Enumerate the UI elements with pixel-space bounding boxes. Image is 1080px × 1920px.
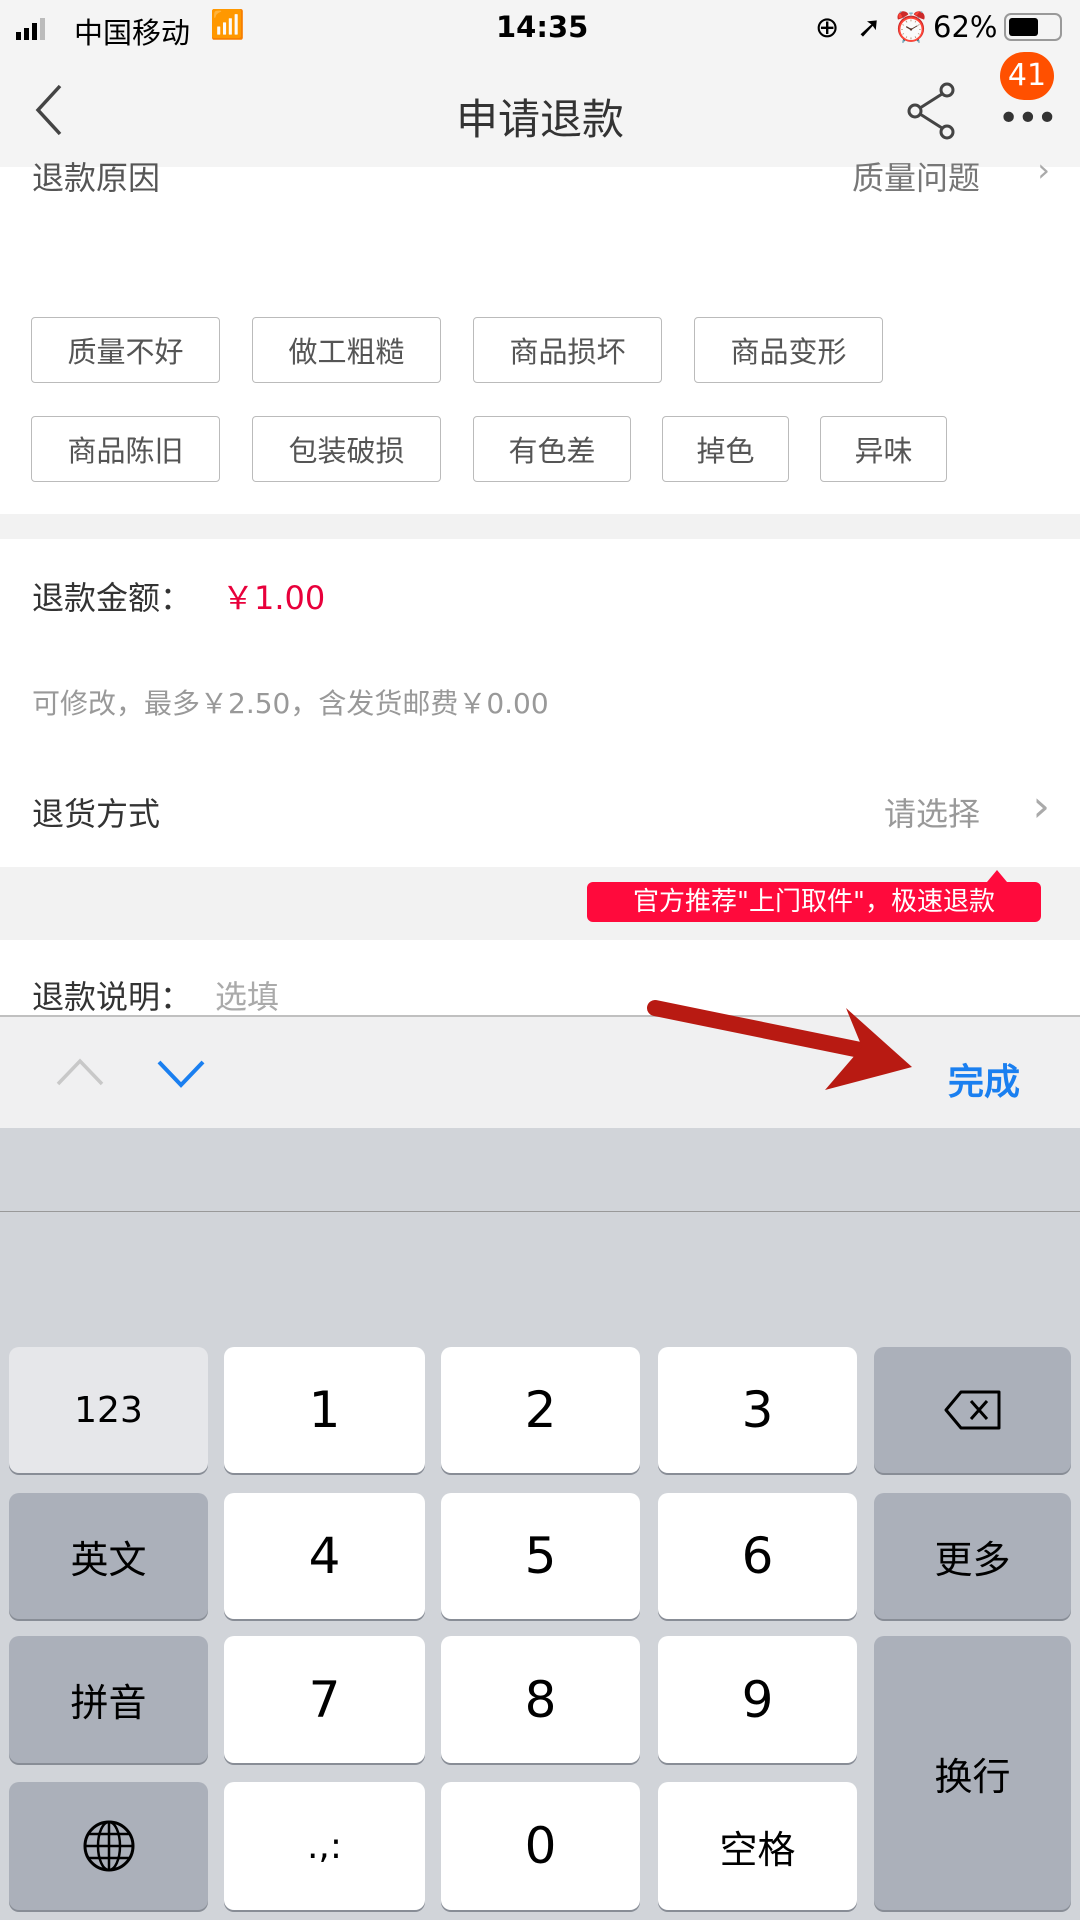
backspace-icon: [944, 1390, 1000, 1430]
key-3[interactable]: 3: [658, 1347, 857, 1473]
key-globe[interactable]: [9, 1782, 208, 1910]
key-5[interactable]: 5: [441, 1493, 640, 1619]
key-0[interactable]: 0: [441, 1782, 640, 1910]
key-123[interactable]: 123: [9, 1347, 208, 1473]
globe-icon: [83, 1820, 134, 1872]
key-4[interactable]: 4: [224, 1493, 425, 1619]
key-7[interactable]: 7: [224, 1636, 425, 1763]
key-more[interactable]: 更多: [874, 1493, 1071, 1619]
key-8[interactable]: 8: [441, 1636, 640, 1763]
key-delete[interactable]: [874, 1347, 1071, 1473]
key-english[interactable]: 英文: [9, 1493, 208, 1619]
key-return[interactable]: 换行: [874, 1636, 1071, 1910]
candidate-bar: [0, 1128, 1080, 1212]
key-6[interactable]: 6: [658, 1493, 857, 1619]
key-pinyin[interactable]: 拼音: [9, 1636, 208, 1763]
key-punctuation[interactable]: .,:: [224, 1782, 425, 1910]
key-1[interactable]: 1: [224, 1347, 425, 1473]
key-space[interactable]: 空格: [658, 1782, 857, 1910]
key-9[interactable]: 9: [658, 1636, 857, 1763]
key-2[interactable]: 2: [441, 1347, 640, 1473]
